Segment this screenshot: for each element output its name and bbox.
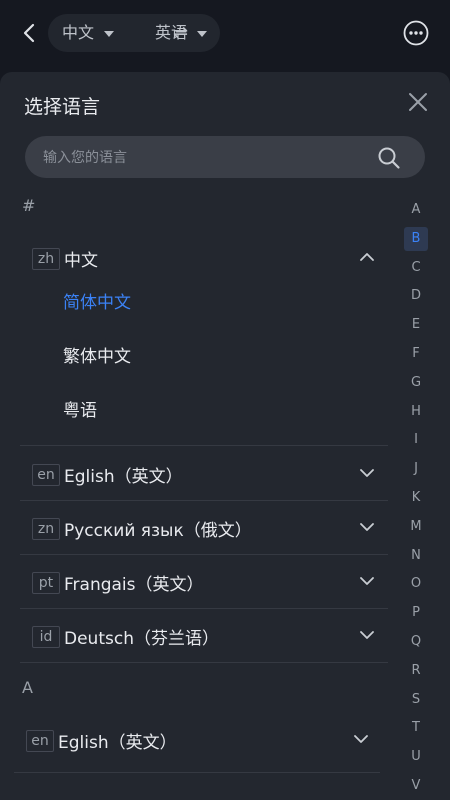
search-bar xyxy=(25,136,425,180)
index-letter-e[interactable]: E xyxy=(404,313,428,337)
language-pair-selector: 中文 ⇌ 英语 xyxy=(48,14,220,52)
index-letter-h[interactable]: H xyxy=(404,400,428,424)
top-bar: 中文 ⇌ 英语 xyxy=(0,0,450,70)
language-code-badge: pt xyxy=(32,572,60,594)
language-row-en-2[interactable]: en Eglish（英文） xyxy=(14,712,380,773)
language-label: Eglish（英文） xyxy=(58,733,177,753)
index-letter-g[interactable]: G xyxy=(404,371,428,395)
index-letter-f[interactable]: F xyxy=(404,342,428,366)
index-letter-q[interactable]: Q xyxy=(404,630,428,654)
language-picker-sheet: 选择语言 # zh 中文 简体中文 繁体中文 粤语 en Eglish（英文） … xyxy=(0,72,450,800)
language-label: 中文 xyxy=(64,251,98,271)
index-letter-p[interactable]: P xyxy=(404,601,428,625)
index-letter-a[interactable]: A xyxy=(404,198,428,222)
index-letter-n[interactable]: N xyxy=(404,544,428,568)
search-icon[interactable] xyxy=(377,146,401,170)
index-letter-k[interactable]: K xyxy=(404,486,428,510)
sheet-title: 选择语言 xyxy=(24,96,101,118)
language-row-ru[interactable]: zn Русский язык（俄文） xyxy=(20,500,388,555)
language-code-badge: zn xyxy=(32,518,60,540)
caret-down-icon[interactable] xyxy=(197,31,207,37)
index-letter-m[interactable]: M xyxy=(404,515,428,539)
more-options-icon[interactable] xyxy=(403,20,429,46)
index-letter-d[interactable]: D xyxy=(404,284,428,308)
search-input[interactable] xyxy=(41,136,365,180)
index-letter-i[interactable]: I xyxy=(404,428,428,452)
close-icon[interactable] xyxy=(407,91,429,113)
language-row-pt[interactable]: pt Frangais（英文） xyxy=(20,554,388,609)
language-code-badge: en xyxy=(32,464,60,486)
index-letter-v[interactable]: V xyxy=(404,774,428,798)
chevron-down-icon xyxy=(360,523,374,531)
back-arrow-icon[interactable] xyxy=(18,22,40,44)
dialect-item-simplified[interactable]: 简体中文 xyxy=(63,288,131,313)
language-row-en[interactable]: en Eglish（英文） xyxy=(20,446,388,501)
language-code-badge: id xyxy=(32,626,60,648)
language-code-badge: en xyxy=(26,730,54,752)
target-language-label[interactable]: 英语 xyxy=(155,24,187,42)
dialect-item-cantonese[interactable]: 粤语 xyxy=(63,396,97,421)
language-code-badge: zh xyxy=(32,248,60,270)
index-letter-c[interactable]: C xyxy=(404,256,428,280)
source-language-label[interactable]: 中文 xyxy=(62,24,94,42)
dialect-item-traditional[interactable]: 繁体中文 xyxy=(63,342,131,367)
language-label: Русский язык（俄文） xyxy=(64,521,252,541)
language-label: Frangais（英文） xyxy=(64,575,204,595)
section-header-a: A xyxy=(22,678,33,697)
index-letter-o[interactable]: O xyxy=(404,572,428,596)
section-header-hash: # xyxy=(22,196,36,215)
index-letter-s[interactable]: S xyxy=(404,688,428,712)
index-letter-b[interactable]: B xyxy=(404,226,428,251)
caret-down-icon[interactable] xyxy=(104,31,114,37)
language-row-zh[interactable]: zh 中文 xyxy=(20,230,388,284)
chevron-up-icon xyxy=(360,253,374,261)
index-letter-r[interactable]: R xyxy=(404,659,428,683)
index-letter-u[interactable]: U xyxy=(404,745,428,769)
language-label: Eglish（英文） xyxy=(64,467,183,487)
language-label: Deutsch（芬兰语） xyxy=(64,629,219,649)
chevron-down-icon xyxy=(360,577,374,585)
index-letter-j[interactable]: J xyxy=(404,457,428,481)
chevron-down-icon xyxy=(360,469,374,477)
language-row-id[interactable]: id Deutsch（芬兰语） xyxy=(20,608,388,663)
index-letter-t[interactable]: T xyxy=(404,716,428,740)
chevron-down-icon xyxy=(354,735,368,743)
chevron-down-icon xyxy=(360,631,374,639)
